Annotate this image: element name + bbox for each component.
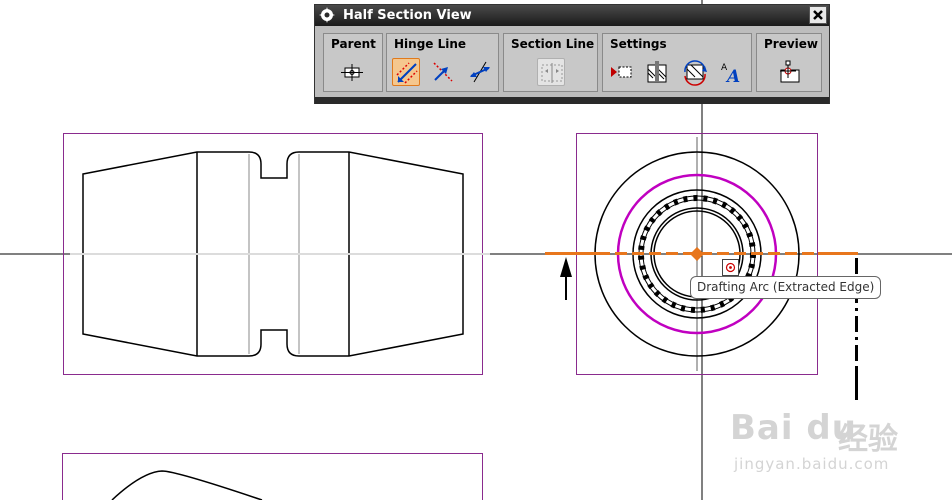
gear-icon[interactable]	[319, 7, 335, 23]
half-section-view-dialog[interactable]: Half Section View Parent Hinge Line Sect…	[314, 4, 830, 104]
view-settings-button[interactable]	[681, 58, 709, 86]
bottom-view-border[interactable]	[62, 453, 483, 500]
view-direction-arrow-icon[interactable]	[560, 257, 572, 300]
group-parent: Parent	[323, 33, 383, 92]
dialog-title: Half Section View	[343, 8, 472, 23]
group-section-line: Section Line	[503, 33, 598, 92]
group-hinge-line-label: Hinge Line	[394, 37, 467, 51]
dialog-bottom-bar	[315, 97, 829, 104]
dialog-title-bar[interactable]: Half Section View	[315, 5, 829, 26]
bottom-view-geometry[interactable]	[111, 470, 263, 500]
group-preview: Preview	[756, 33, 822, 92]
watermark-url: jingyan.baidu.com	[734, 455, 890, 473]
watermark-brand-cn: 经验	[838, 422, 898, 457]
group-parent-label: Parent	[331, 37, 376, 51]
group-settings: Settings A A	[602, 33, 752, 92]
hinge-reverse-vector-button[interactable]	[466, 58, 494, 86]
select-parent-view-button[interactable]	[338, 58, 366, 86]
section-view-style-button[interactable]	[643, 58, 671, 86]
label-style-button[interactable]: A A	[717, 58, 745, 86]
group-hinge-line: Hinge Line	[386, 33, 499, 92]
tooltip: Drafting Arc (Extracted Edge)	[690, 276, 882, 299]
section-line-style-button[interactable]	[608, 58, 636, 86]
group-preview-label: Preview	[764, 37, 819, 51]
section-line-button[interactable]	[537, 58, 565, 86]
group-settings-label: Settings	[610, 37, 667, 51]
group-section-line-label: Section Line	[511, 37, 595, 51]
hinge-auto-button[interactable]	[392, 58, 420, 86]
svg-text:A: A	[725, 67, 740, 86]
hinge-define-vector-button[interactable]	[429, 58, 457, 86]
preview-button[interactable]	[775, 58, 803, 86]
point-on-curve-snap-icon	[722, 259, 739, 276]
close-icon[interactable]	[809, 6, 827, 24]
watermark: Bai du 经验 jingyan.baidu.com	[730, 408, 940, 483]
